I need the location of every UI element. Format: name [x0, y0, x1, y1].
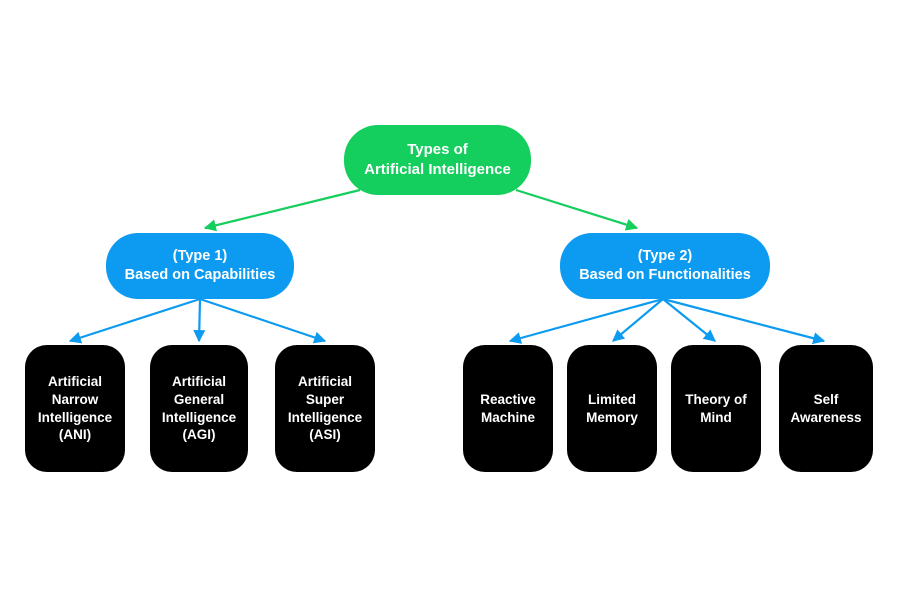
- edge-type-1-to-asi: [199, 297, 327, 344]
- node-root[interactable]: Types of Artificial Intelligence: [344, 125, 531, 195]
- node-agi[interactable]: Artificial General Intelligence (AGI): [150, 345, 248, 472]
- edge-type-2-to-theory-of-mind: [662, 298, 716, 342]
- edge-layer: [68, 188, 826, 345]
- node-self-awareness-label: Self Awareness: [790, 391, 862, 425]
- edge-root-to-type-2: [515, 188, 639, 231]
- node-type-1[interactable]: (Type 1) Based on Capabilities: [106, 233, 294, 299]
- edge-type-2-to-limited-memory: [612, 298, 664, 342]
- edge-type-1-to-agi: [193, 298, 206, 343]
- edge-type-1-to-ani: [68, 297, 201, 344]
- node-ani[interactable]: Artificial Narrow Intelligence (ANI): [25, 345, 125, 472]
- edge-type-2-to-self-awareness: [662, 297, 826, 345]
- node-agi-label: Artificial General Intelligence (AGI): [161, 373, 237, 443]
- edge-root-to-type-1: [203, 188, 361, 232]
- node-reactive-machine-label: Reactive Machine: [480, 391, 536, 425]
- diagram-canvas: Types of Artificial Intelligence (Type 1…: [0, 0, 900, 600]
- node-type-2[interactable]: (Type 2) Based on Functionalities: [560, 233, 770, 299]
- node-limited-memory-label: Limited Memory: [586, 391, 638, 425]
- node-asi-label: Artificial Super Intelligence (ASI): [287, 373, 363, 443]
- node-asi[interactable]: Artificial Super Intelligence (ASI): [275, 345, 375, 472]
- node-self-awareness[interactable]: Self Awareness: [779, 345, 873, 472]
- node-type-2-label: (Type 2) Based on Functionalities: [579, 247, 751, 283]
- node-reactive-machine[interactable]: Reactive Machine: [463, 345, 553, 472]
- node-limited-memory[interactable]: Limited Memory: [567, 345, 657, 472]
- node-ani-label: Artificial Narrow Intelligence (ANI): [37, 373, 113, 443]
- node-root-label: Types of Artificial Intelligence: [364, 141, 511, 178]
- edge-type-2-to-reactive-machine: [508, 297, 664, 344]
- node-type-1-label: (Type 1) Based on Capabilities: [124, 247, 276, 283]
- node-theory-of-mind[interactable]: Theory of Mind: [671, 345, 761, 472]
- node-theory-of-mind-label: Theory of Mind: [685, 391, 747, 425]
